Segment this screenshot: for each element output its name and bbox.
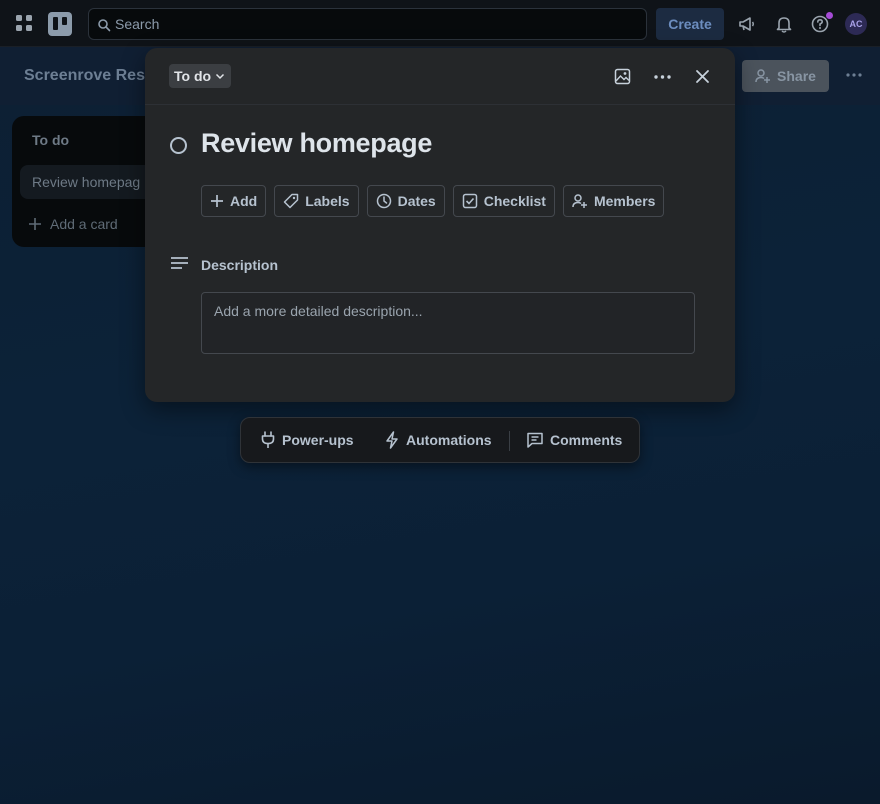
trello-logo[interactable] xyxy=(48,12,72,36)
add-member-icon xyxy=(572,194,587,208)
plus-icon xyxy=(211,195,223,207)
power-ups-label: Power-ups xyxy=(282,432,354,448)
search-icon xyxy=(98,19,111,32)
search-input[interactable] xyxy=(115,9,635,39)
list-todo: To do Review homepag Add a card xyxy=(12,116,162,247)
dates-button-label: Dates xyxy=(397,193,436,209)
plus-icon xyxy=(29,218,41,230)
add-card-label: Add a card xyxy=(50,216,118,232)
more-icon[interactable] xyxy=(653,68,672,85)
lightning-icon xyxy=(386,431,398,449)
floating-action-bar: Power-ups Automations Comments xyxy=(240,417,640,463)
tag-icon xyxy=(283,193,299,209)
chevron-down-icon xyxy=(216,73,225,80)
add-button[interactable]: Add xyxy=(201,185,267,217)
cover-image-icon[interactable] xyxy=(614,68,631,85)
checklist-button[interactable]: Checklist xyxy=(452,185,555,217)
card-complete-toggle[interactable] xyxy=(170,137,187,154)
automations-label: Automations xyxy=(406,432,492,448)
card-title[interactable]: Review homepage xyxy=(201,128,432,159)
members-button[interactable]: Members xyxy=(562,185,665,217)
megaphone-icon[interactable] xyxy=(738,15,756,33)
bell-icon[interactable] xyxy=(775,15,793,33)
modal-header: To do xyxy=(145,48,735,105)
separator xyxy=(509,431,510,451)
power-ups-button[interactable]: Power-ups xyxy=(260,431,354,449)
comments-label: Comments xyxy=(550,432,623,448)
members-button-label: Members xyxy=(593,193,656,209)
clock-icon xyxy=(376,193,391,209)
list-card[interactable]: Review homepag xyxy=(20,165,162,199)
checklist-button-label: Checklist xyxy=(483,193,546,209)
plug-icon xyxy=(261,431,275,448)
add-member-icon xyxy=(755,69,771,83)
description-placeholder: Add a more detailed description... xyxy=(214,303,423,319)
add-button-label: Add xyxy=(230,193,258,209)
automations-button[interactable]: Automations xyxy=(384,431,492,449)
notification-dot xyxy=(826,12,833,19)
add-card-button[interactable]: Add a card xyxy=(28,216,118,232)
labels-button[interactable]: Labels xyxy=(274,185,359,217)
labels-button-label: Labels xyxy=(305,193,350,209)
description-icon xyxy=(171,257,188,269)
more-icon[interactable] xyxy=(845,72,863,78)
checkbox-icon xyxy=(462,193,477,209)
comments-button[interactable]: Comments xyxy=(526,431,622,449)
card-actions: Add Labels Dates Checklist Members xyxy=(201,185,665,217)
app-switcher-icon[interactable] xyxy=(15,14,33,32)
avatar[interactable]: AC xyxy=(845,13,867,35)
close-icon[interactable] xyxy=(694,68,711,85)
search-box[interactable] xyxy=(88,8,647,40)
create-button[interactable]: Create xyxy=(656,8,724,40)
top-nav: Create AC xyxy=(0,0,880,47)
share-button[interactable]: Share xyxy=(742,60,829,92)
board-title[interactable]: Screenrove Res xyxy=(24,67,145,85)
comment-icon xyxy=(527,432,543,448)
list-title[interactable]: To do xyxy=(32,132,69,148)
list-selector[interactable]: To do xyxy=(169,64,231,88)
share-label: Share xyxy=(777,68,816,84)
description-heading: Description xyxy=(201,257,279,273)
description-field[interactable]: Add a more detailed description... xyxy=(201,292,695,354)
list-card-title: Review homepag xyxy=(32,174,141,190)
card-detail-modal: To do Review homepage Add Labels Dates C… xyxy=(145,48,735,402)
dates-button[interactable]: Dates xyxy=(366,185,445,217)
list-selector-label: To do xyxy=(174,68,212,84)
